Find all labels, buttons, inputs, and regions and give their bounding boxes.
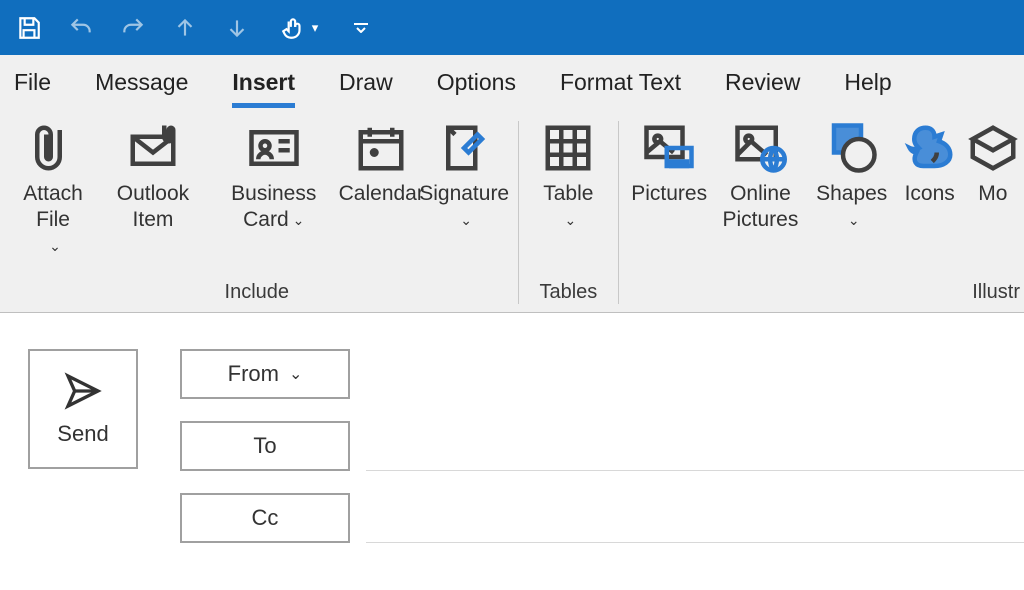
tab-format-text[interactable]: Format Text <box>560 69 681 102</box>
up-button[interactable] <box>170 13 200 43</box>
tab-review[interactable]: Review <box>725 69 800 102</box>
calendar-icon <box>354 121 408 175</box>
chevron-down-icon: ⌄ <box>460 212 472 230</box>
cc-field[interactable] <box>366 493 1024 543</box>
pictures-button[interactable]: Pictures <box>633 121 705 207</box>
cube-icon <box>966 121 1020 175</box>
from-label: From <box>228 361 279 387</box>
signature-icon <box>437 121 491 175</box>
tab-help[interactable]: Help <box>844 69 891 102</box>
paperclip-icon <box>26 121 80 175</box>
undo-button[interactable] <box>66 13 96 43</box>
arrow-down-icon <box>224 15 250 41</box>
chevron-down-icon: ⌄ <box>49 238 61 256</box>
icons-button[interactable]: Icons <box>894 121 966 207</box>
outlook-item-button[interactable]: Outlook Item <box>102 121 204 234</box>
touch-icon <box>280 15 306 41</box>
redo-icon <box>120 15 146 41</box>
qat-overflow-button[interactable] <box>346 13 376 43</box>
chevron-down-icon: ⌄ <box>848 212 860 230</box>
ribbon-tabs: File Message Insert Draw Options Format … <box>0 55 1024 115</box>
shapes-icon <box>825 121 879 175</box>
group-label-illustrations: Illustr <box>623 277 1024 312</box>
attach-file-button[interactable]: Attach File⌄ <box>10 121 96 260</box>
business-card-button[interactable]: Business Card⌄ <box>210 121 338 234</box>
from-button[interactable]: From ⌄ <box>180 349 350 399</box>
touch-mode-button[interactable]: ▾ <box>274 13 324 43</box>
redo-button[interactable] <box>118 13 148 43</box>
to-button[interactable]: To <box>180 421 350 471</box>
to-label: To <box>253 433 276 459</box>
3d-models-button[interactable]: Mo <box>972 121 1014 207</box>
chevron-down-icon: ▾ <box>312 20 319 36</box>
table-button[interactable]: Table⌄ <box>532 121 604 234</box>
group-label-tables: Tables <box>522 277 614 312</box>
picture-icon <box>642 121 696 175</box>
cc-label: Cc <box>252 505 279 531</box>
chevron-down-icon: ⌄ <box>293 212 305 230</box>
duck-icon <box>903 121 957 175</box>
down-button[interactable] <box>222 13 252 43</box>
chevron-down-icon: ⌄ <box>289 364 302 384</box>
tab-file[interactable]: File <box>14 69 51 102</box>
tab-insert[interactable]: Insert <box>232 69 295 102</box>
send-label: Send <box>57 421 108 447</box>
overflow-icon <box>354 23 368 33</box>
group-tables: Table⌄ Tables <box>522 115 614 312</box>
card-icon <box>247 121 301 175</box>
chevron-down-icon: ⌄ <box>564 212 576 230</box>
group-separator <box>518 121 519 304</box>
cc-button[interactable]: Cc <box>180 493 350 543</box>
envelope-clip-icon <box>126 121 180 175</box>
save-button[interactable] <box>14 13 44 43</box>
group-include: Attach File⌄ Outlook Item Business Card⌄… <box>0 115 514 312</box>
group-separator <box>618 121 619 304</box>
calendar-button[interactable]: Calendar <box>344 121 419 207</box>
group-illustrations: Pictures Online Pictures Shapes⌄ Icons M… <box>623 115 1024 312</box>
signature-button[interactable]: Signature⌄ <box>425 121 504 234</box>
table-icon <box>541 121 595 175</box>
shapes-button[interactable]: Shapes⌄ <box>816 121 888 234</box>
title-bar: ▾ <box>0 0 1024 55</box>
save-icon <box>16 15 42 41</box>
from-field[interactable] <box>366 349 1024 399</box>
to-field[interactable] <box>366 421 1024 471</box>
group-label-include: Include <box>0 277 514 312</box>
arrow-up-icon <box>172 15 198 41</box>
compose-header: Send From ⌄ To Cc <box>0 313 1024 543</box>
online-picture-icon <box>733 121 787 175</box>
tab-draw[interactable]: Draw <box>339 69 393 102</box>
online-pictures-button[interactable]: Online Pictures <box>711 121 810 234</box>
undo-icon <box>68 15 94 41</box>
ribbon: Attach File⌄ Outlook Item Business Card⌄… <box>0 115 1024 313</box>
send-icon <box>63 371 103 411</box>
send-button[interactable]: Send <box>28 349 138 469</box>
tab-message[interactable]: Message <box>95 69 188 102</box>
tab-options[interactable]: Options <box>437 69 516 102</box>
